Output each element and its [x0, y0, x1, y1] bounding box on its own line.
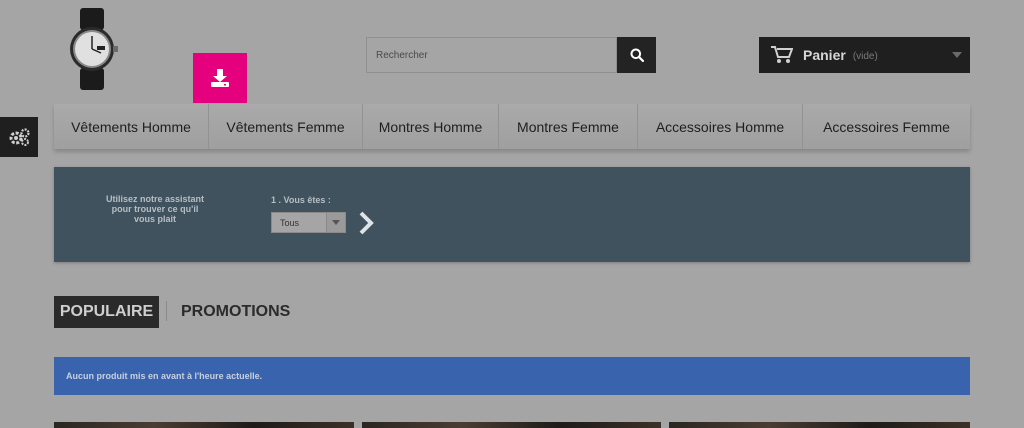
nav-item-vetements-homme[interactable]: Vêtements Homme [54, 104, 209, 149]
product-wizard: Utilisez notre assistant pour trouver ce… [54, 167, 970, 262]
info-notice: Aucun produit mis en avant à l'heure act… [54, 357, 970, 395]
cart-icon [771, 46, 793, 64]
download-button[interactable] [193, 53, 247, 103]
cart-label: Panier [803, 47, 846, 63]
site-logo[interactable] [64, 8, 120, 90]
nav-item-montres-homme[interactable]: Montres Homme [363, 104, 499, 149]
search-input[interactable] [366, 37, 617, 73]
download-tray-icon [211, 69, 229, 87]
nav-item-accessoires-femme[interactable]: Accessoires Femme [803, 104, 970, 149]
cart-status: (vide) [852, 50, 878, 62]
wizard-select-value: Tous [280, 217, 300, 228]
product-thumbnail[interactable] [54, 422, 354, 428]
notice-text: Aucun produit mis en avant à l'heure act… [66, 371, 263, 381]
nav-item-accessoires-homme[interactable]: Accessoires Homme [638, 104, 803, 149]
product-thumbnail[interactable] [669, 422, 970, 428]
tab-promotions[interactable]: PROMOTIONS [181, 296, 290, 328]
search-bar [366, 37, 656, 73]
tab-divider [166, 301, 167, 321]
cart-button[interactable]: Panier (vide) [759, 37, 970, 73]
wizard-next-button[interactable] [358, 211, 376, 235]
tab-popular[interactable]: POPULAIRE [54, 296, 159, 328]
chevron-right-icon [359, 211, 374, 235]
nav-item-montres-femme[interactable]: Montres Femme [499, 104, 638, 149]
search-icon [630, 48, 644, 62]
search-button[interactable] [617, 37, 656, 73]
wristwatch-logo-icon [70, 8, 118, 90]
gears-icon [9, 128, 30, 146]
chevron-down-icon [326, 213, 345, 232]
chevron-down-icon [952, 52, 962, 58]
settings-toggle[interactable] [0, 117, 38, 157]
wizard-select[interactable]: Tous [271, 212, 346, 233]
nav-item-vetements-femme[interactable]: Vêtements Femme [209, 104, 363, 149]
main-navigation: Vêtements Homme Vêtements Femme Montres … [54, 104, 970, 149]
wizard-intro: Utilisez notre assistant pour trouver ce… [105, 194, 205, 224]
wizard-step-label: 1 . Vous êtes : [271, 195, 331, 205]
product-thumbnail[interactable] [362, 422, 661, 428]
